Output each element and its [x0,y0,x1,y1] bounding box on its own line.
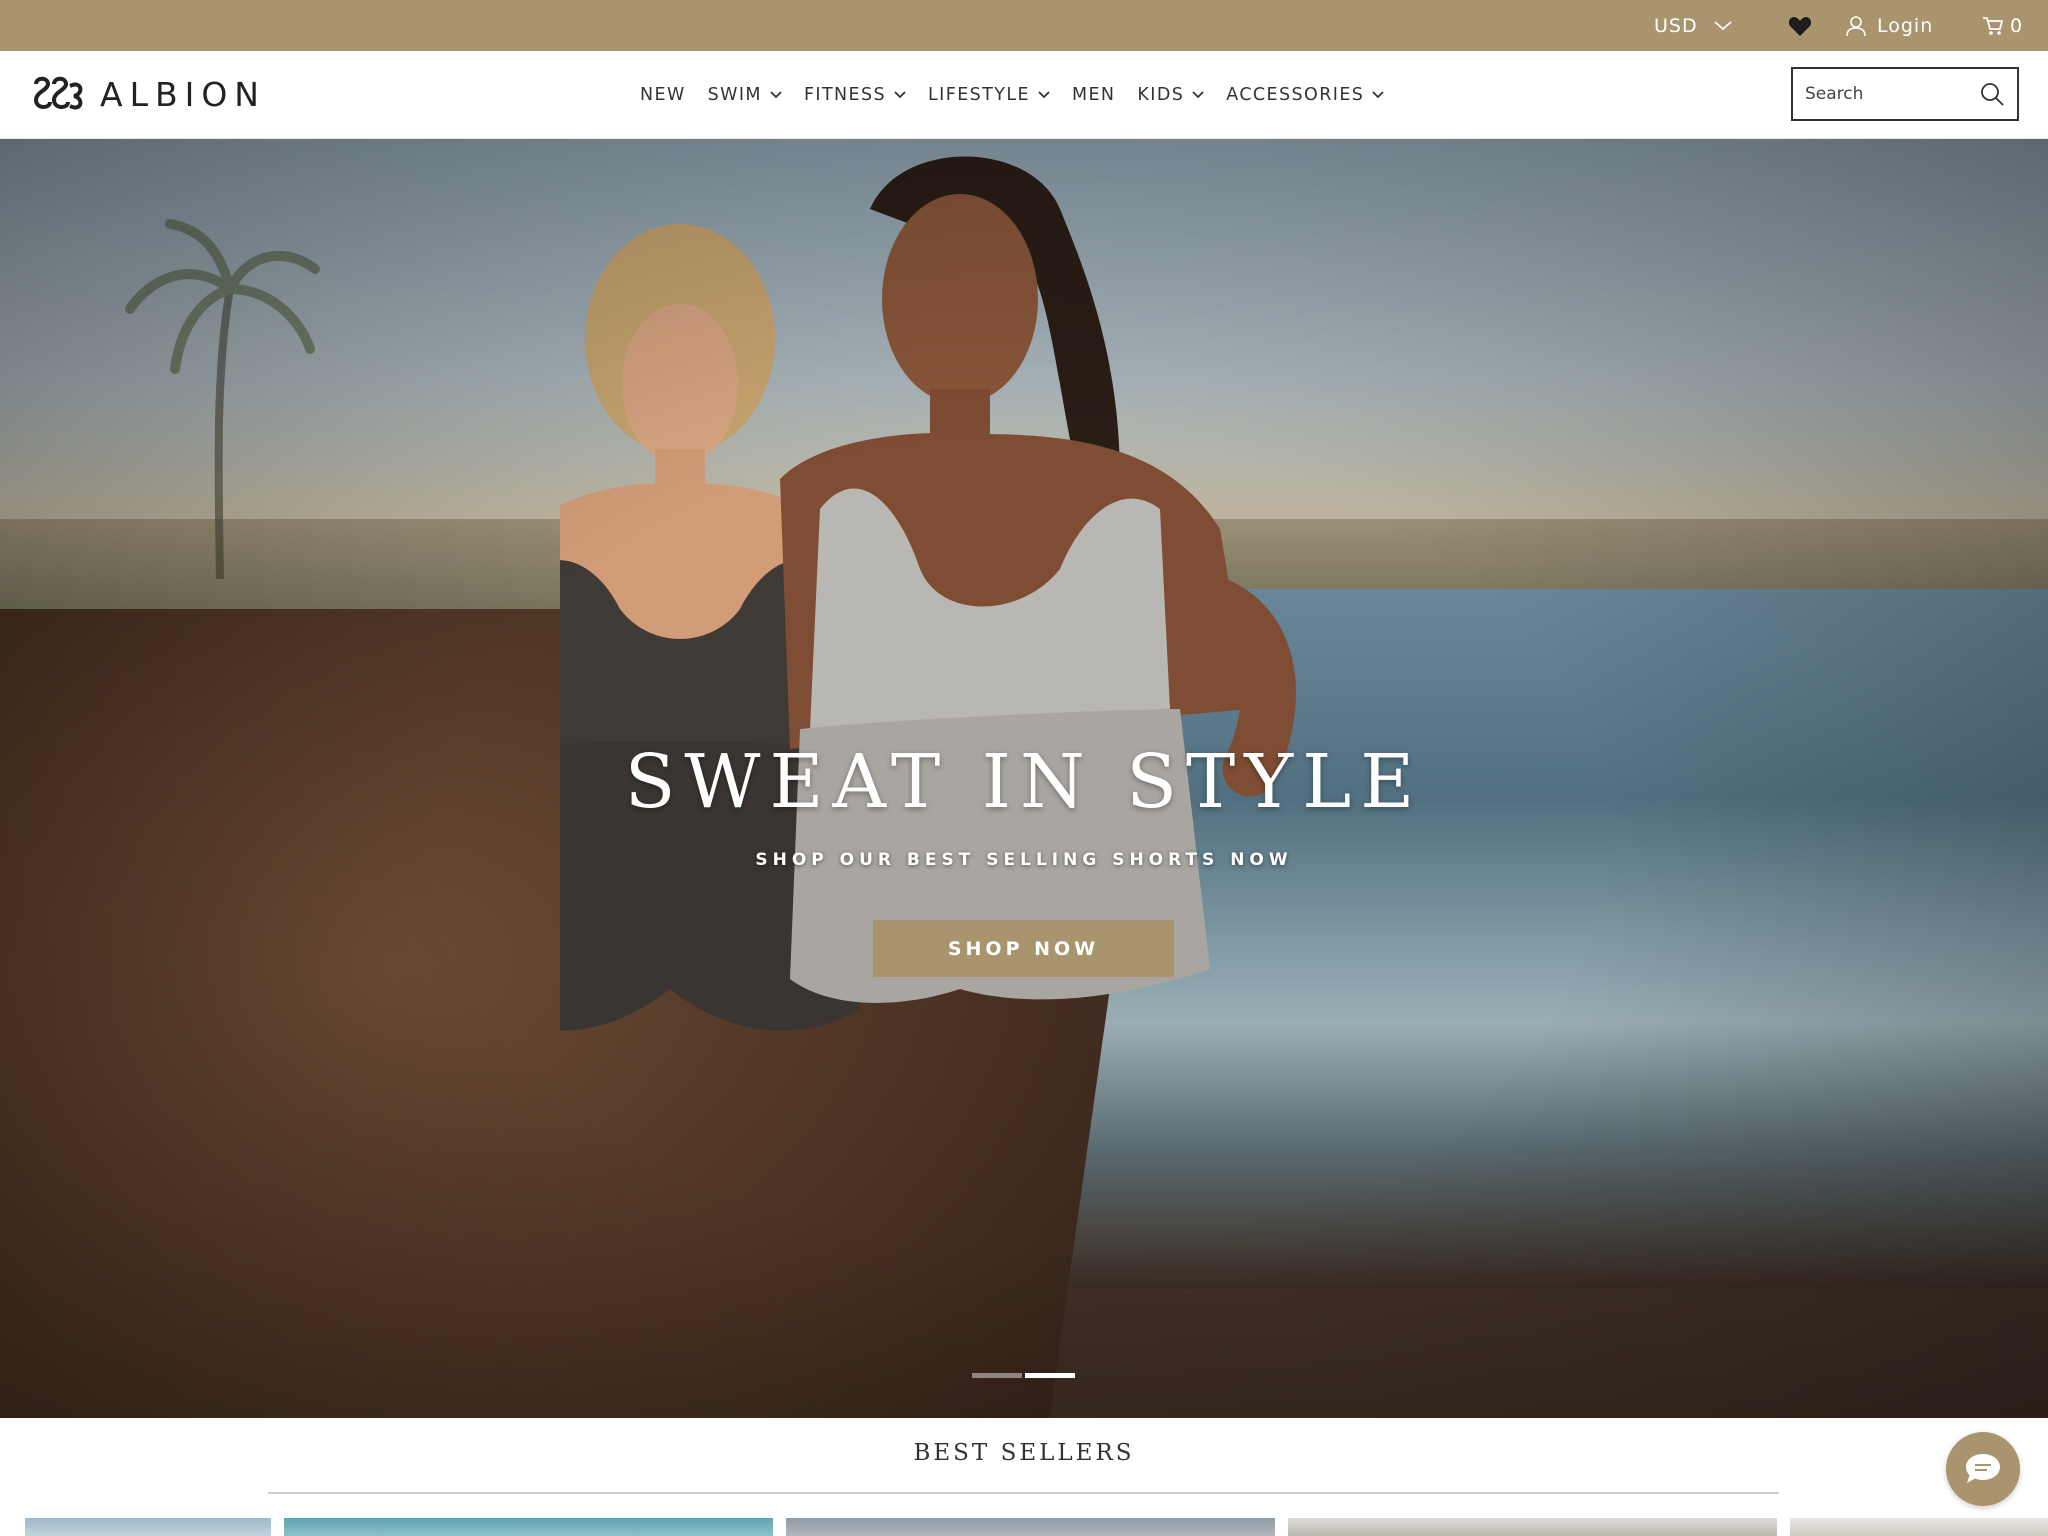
nav-label: NEW [640,84,686,105]
main-navigation: NEW SWIM FITNESS LIFESTYLE MEN KIDS ACCE… [640,51,1406,138]
nav-label: LIFESTYLE [928,84,1030,105]
brand-logo[interactable]: ALBION [30,69,266,119]
slider-dot-1[interactable] [972,1373,1022,1378]
hero-subtitle: SHOP OUR BEST SELLING SHORTS NOW [755,850,1293,870]
product-card[interactable] [1288,1518,1777,1536]
hero-title: SWEAT IN STYLE [624,739,1424,825]
currency-label: USD [1654,14,1698,37]
brand-wordmark: ALBION [100,74,266,114]
cart-icon [1983,16,2004,35]
login-link[interactable]: Login [1845,0,1933,51]
nav-item-lifestyle[interactable]: LIFESTYLE [928,85,1050,105]
search-icon[interactable] [1979,81,2005,107]
best-sellers-section: BEST SELLERS [0,1418,2048,1536]
site-header: ALBION NEW SWIM FITNESS LIFESTYLE MEN KI… [0,51,2048,139]
section-divider [268,1492,1779,1494]
search-input[interactable] [1793,84,1979,104]
chevron-down-icon [1714,20,1732,30]
slider-dots [972,1373,1078,1378]
nav-label: ACCESSORIES [1226,84,1365,105]
product-card[interactable] [786,1518,1275,1536]
nav-item-men[interactable]: MEN [1072,85,1115,105]
product-card[interactable] [284,1518,773,1536]
chevron-down-icon [894,90,906,98]
nav-item-kids[interactable]: KIDS [1137,85,1204,105]
product-card[interactable] [25,1518,271,1536]
user-icon [1846,15,1866,36]
wishlist-button[interactable] [1788,0,1812,51]
cart-button[interactable]: 0 [1982,0,2023,51]
nav-label: KIDS [1137,84,1185,105]
nav-label: MEN [1071,84,1116,105]
login-label: Login [1877,14,1934,37]
nav-label: SWIM [707,84,762,105]
nav-item-accessories[interactable]: ACCESSORIES [1226,85,1384,105]
top-utility-bar: USD Login 0 [0,0,2048,51]
nav-item-fitness[interactable]: FITNESS [804,85,906,105]
chevron-down-icon [770,90,782,98]
shop-now-button[interactable]: SHOP NOW [873,920,1174,977]
hero-banner: SWEAT IN STYLE SHOP OUR BEST SELLING SHO… [0,139,2048,1418]
slider-dot-2[interactable] [1025,1373,1075,1378]
chat-button[interactable] [1946,1432,2020,1506]
chat-icon [1966,1454,2000,1483]
product-carousel [0,1518,2048,1536]
chevron-down-icon [1372,90,1384,98]
currency-selector[interactable]: USD [1654,0,1734,51]
nav-item-swim[interactable]: SWIM [708,85,782,105]
chevron-down-icon [1038,90,1050,98]
nav-label: FITNESS [803,84,887,105]
chevron-down-icon [1192,90,1204,98]
search-box [1791,67,2019,121]
cart-count: 0 [2010,14,2024,37]
nav-item-new[interactable]: NEW [640,85,686,105]
best-sellers-title: BEST SELLERS [913,1440,1135,1466]
product-card[interactable] [1790,1518,2048,1536]
hero-content: SWEAT IN STYLE SHOP OUR BEST SELLING SHO… [0,139,2048,1418]
brand-mark-icon [33,76,83,110]
heart-icon [1788,16,1812,36]
